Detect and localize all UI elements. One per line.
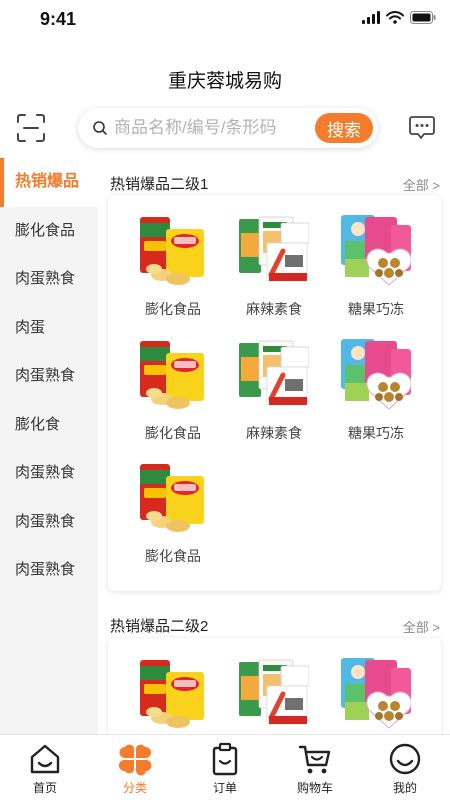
signal-icon <box>362 11 380 24</box>
tab-label: 分类 <box>122 781 147 795</box>
sidebar-item-meat-egg[interactable]: 肉蛋 <box>0 304 98 353</box>
product-item[interactable]: 膨化食品 <box>108 319 219 442</box>
cart-icon <box>298 745 331 774</box>
chips-bag-icon <box>140 341 204 409</box>
product-item[interactable]: 糖果巧冻 <box>311 319 422 442</box>
wifi-icon <box>386 11 404 24</box>
tab-orders[interactable]: 订单 <box>180 735 270 800</box>
section-title: 热销爆品二级2 <box>110 618 209 635</box>
search-input[interactable] <box>114 108 309 148</box>
status-time: 9:41 <box>40 9 77 29</box>
view-all-link[interactable]: 全部 > <box>403 175 440 194</box>
tab-cart[interactable]: 购物车 <box>270 735 360 800</box>
sidebar-item-hot[interactable]: 热销爆品 <box>0 158 98 207</box>
search-box: 搜索 <box>78 108 378 148</box>
product-name: 糖果巧冻 <box>348 425 404 441</box>
search-button[interactable]: 搜索 <box>315 113 373 143</box>
home-icon <box>30 744 60 774</box>
bottom-tab-bar: 首页 分类 订单 购物车 我的 <box>0 734 450 800</box>
category-sidebar: 热销爆品 膨化食品 肉蛋熟食 肉蛋 肉蛋熟食 膨化食 肉蛋熟食 肉蛋熟食 肉蛋熟… <box>0 158 98 734</box>
message-button[interactable] <box>408 115 436 141</box>
product-item[interactable]: 膨化食品 <box>108 195 219 318</box>
sidebar-item-meat-egg-deli[interactable]: 肉蛋熟食 <box>0 449 98 498</box>
candy-jelly-box-icon <box>340 214 411 286</box>
tab-category[interactable]: 分类 <box>90 735 180 800</box>
product-content: 热销爆品二级1 全部 > 膨化食品 麻辣素食 糖果巧冻 膨化食品 麻辣素食 糖果… <box>98 158 450 734</box>
product-card-2 <box>108 638 441 734</box>
chips-bag-icon <box>140 464 204 532</box>
product-card-1: 膨化食品 麻辣素食 糖果巧冻 膨化食品 麻辣素食 糖果巧冻 膨化食品 <box>108 195 441 591</box>
section-header-2: 热销爆品二级2 全部 > <box>110 610 440 640</box>
chips-bag-icon <box>140 217 204 285</box>
product-item[interactable]: 膨化食品 <box>108 442 219 565</box>
tab-label: 我的 <box>392 781 417 795</box>
product-item[interactable]: 糖果巧冻 <box>311 195 422 318</box>
status-icons <box>362 11 436 24</box>
view-all-link[interactable]: 全部 > <box>403 617 440 636</box>
category-icon <box>118 744 152 776</box>
spicy-snack-box-icon <box>237 656 309 730</box>
sidebar-item-meat-egg-deli[interactable]: 肉蛋熟食 <box>0 352 98 401</box>
tab-home[interactable]: 首页 <box>0 735 90 800</box>
status-bar: 9:41 <box>0 0 450 40</box>
spicy-snack-box-icon <box>237 213 309 287</box>
product-item[interactable] <box>209 638 320 734</box>
product-item[interactable]: 麻辣素食 <box>209 195 320 318</box>
product-name: 膨化食品 <box>145 548 201 564</box>
scan-icon <box>17 114 45 142</box>
candy-jelly-box-icon <box>340 657 411 729</box>
product-item[interactable] <box>311 638 422 734</box>
sidebar-item-meat-egg-deli[interactable]: 肉蛋熟食 <box>0 546 98 595</box>
scan-button[interactable] <box>16 113 46 143</box>
page-title: 重庆蓉城易购 <box>167 71 282 92</box>
sidebar-item-puffed[interactable]: 膨化食 <box>0 401 98 450</box>
sidebar-item-meat-egg-deli[interactable]: 肉蛋熟食 <box>0 255 98 304</box>
sidebar-item-meat-egg-deli[interactable]: 肉蛋熟食 <box>0 498 98 547</box>
spicy-snack-box-icon <box>237 337 309 411</box>
tab-label: 订单 <box>212 781 237 795</box>
order-clipboard-icon <box>212 742 238 776</box>
product-name: 糖果巧冻 <box>348 301 404 317</box>
product-item[interactable]: 麻辣素食 <box>209 319 320 442</box>
smiley-profile-icon <box>389 743 421 775</box>
tab-label: 首页 <box>32 781 57 795</box>
product-item[interactable] <box>108 638 219 734</box>
candy-jelly-box-icon <box>340 338 411 410</box>
tab-label: 购物车 <box>296 781 333 795</box>
battery-icon <box>410 11 436 24</box>
message-icon <box>409 116 435 139</box>
chips-bag-icon <box>140 660 204 728</box>
section-title: 热销爆品二级1 <box>110 176 209 193</box>
search-icon <box>93 121 107 135</box>
tab-profile[interactable]: 我的 <box>360 735 450 800</box>
sidebar-item-puffed-food[interactable]: 膨化食品 <box>0 207 98 256</box>
section-header-1: 热销爆品二级1 全部 > <box>110 168 440 198</box>
